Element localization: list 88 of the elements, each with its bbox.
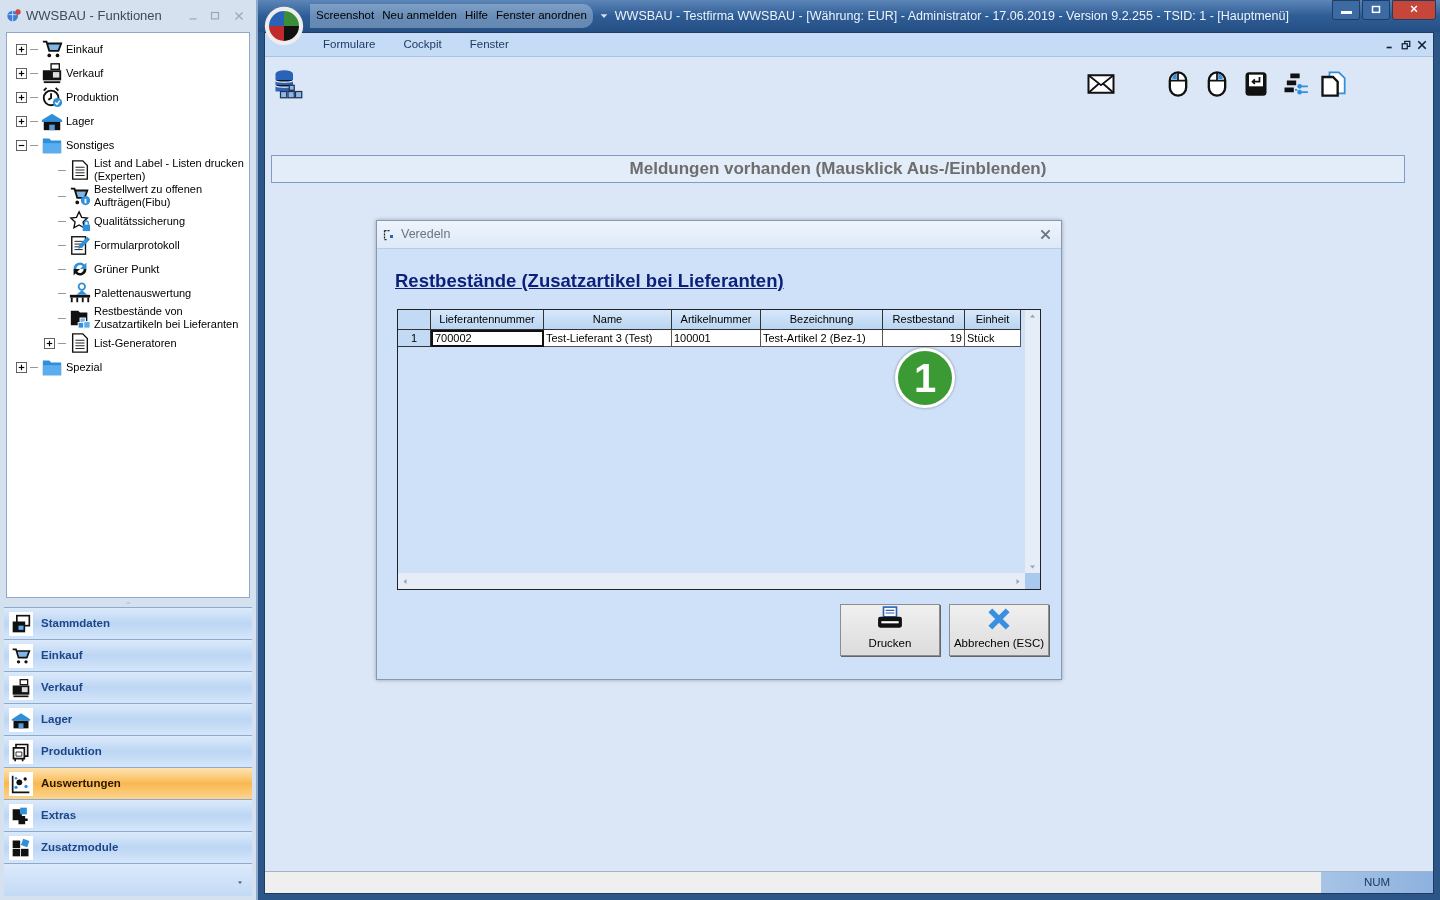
tree-item[interactable]: Restbestände von Zusatzartikeln bei Lieferanten bbox=[94, 305, 249, 331]
tree-item[interactable]: Spezial bbox=[66, 360, 103, 374]
menu-item[interactable]: Formulare bbox=[323, 35, 376, 54]
expand-toggle[interactable] bbox=[15, 43, 27, 55]
blocks-icon bbox=[11, 837, 31, 858]
documents-icon[interactable] bbox=[1319, 69, 1347, 99]
dialog-button[interactable]: Drucken bbox=[840, 604, 940, 656]
dialog-title: Veredeln bbox=[401, 226, 452, 244]
cash-register-icon bbox=[41, 62, 63, 84]
alarm-clock-icon bbox=[41, 86, 63, 108]
dialog-button[interactable]: Abbrechen (ESC) bbox=[949, 604, 1049, 656]
column-header[interactable]: Name bbox=[544, 310, 672, 330]
table-cell[interactable]: Test-Lieferant 3 (Test) bbox=[544, 330, 672, 347]
dropdown-caret-icon[interactable] bbox=[598, 11, 609, 21]
scroll-down-icon bbox=[1028, 564, 1037, 570]
nav-button[interactable]: Zusatzmodule bbox=[4, 831, 252, 863]
scroll-up-icon bbox=[1028, 313, 1037, 319]
dropdown-caret-icon[interactable] bbox=[236, 880, 244, 886]
collapse-toggle[interactable] bbox=[15, 139, 27, 151]
messages-bar[interactable]: Meldungen vorhanden (Mausklick Aus-/Einblenden) bbox=[271, 155, 1405, 183]
table-cell[interactable]: 19 bbox=[883, 330, 965, 347]
cards-icon bbox=[11, 613, 31, 634]
tree-item[interactable]: List and Label - Listen drucken (Experten) bbox=[94, 157, 249, 183]
dialog-heading: Restbestände (Zusatzartikel bei Lieferanten) bbox=[395, 270, 784, 291]
tree-item[interactable]: Lager bbox=[66, 114, 95, 128]
cart-info-icon bbox=[69, 185, 91, 207]
column-header[interactable]: Bezeichnung bbox=[761, 310, 883, 330]
table-cell[interactable]: Stück bbox=[965, 330, 1021, 347]
expand-toggle[interactable] bbox=[15, 91, 27, 103]
tree-item[interactable]: Verkauf bbox=[66, 66, 104, 80]
puzzle-icon bbox=[11, 805, 31, 826]
table-cell[interactable]: 100001 bbox=[672, 330, 761, 347]
quick-access-button[interactable]: Fenster anordnen bbox=[496, 7, 587, 25]
nav-button[interactable]: Auswertungen bbox=[4, 767, 252, 799]
status-indicator: NUM bbox=[1321, 872, 1433, 893]
pallet-person-icon bbox=[69, 282, 91, 304]
restore-icon[interactable] bbox=[1401, 39, 1411, 50]
nav-button[interactable]: Stammdaten bbox=[4, 607, 252, 639]
tree-item[interactable]: Formularprotokoll bbox=[94, 238, 180, 252]
nav-button[interactable]: Produktion bbox=[4, 735, 252, 767]
expand-toggle[interactable] bbox=[15, 67, 27, 79]
nav-button[interactable]: Extras bbox=[4, 799, 252, 831]
quick-access-button[interactable]: Hilfe bbox=[465, 7, 488, 25]
minimize-icon bbox=[1340, 11, 1352, 14]
column-header[interactable]: Artikelnummer bbox=[672, 310, 761, 330]
scatter-chart-icon bbox=[11, 773, 31, 794]
nav-button[interactable]: Einkauf bbox=[4, 639, 252, 671]
document-icon bbox=[69, 159, 91, 181]
quick-access-button[interactable]: Neu anmelden bbox=[382, 7, 457, 25]
tree-item[interactable]: Bestellwert zu offenen Aufträgen(Fibu) bbox=[94, 183, 249, 209]
close-icon[interactable] bbox=[1417, 39, 1427, 50]
close-button[interactable] bbox=[1392, 0, 1436, 20]
document-icon bbox=[69, 332, 91, 354]
column-header[interactable]: Einheit bbox=[965, 310, 1021, 330]
scroll-left-icon bbox=[402, 576, 408, 586]
tree-item[interactable]: Einkauf bbox=[66, 42, 103, 56]
maximize-button[interactable] bbox=[1362, 0, 1390, 20]
nav-button[interactable]: Lager bbox=[4, 703, 252, 735]
horizontal-scrollbar[interactable] bbox=[398, 573, 1025, 589]
grid-corner bbox=[398, 310, 431, 330]
vertical-scrollbar[interactable] bbox=[1025, 310, 1040, 573]
tree-item[interactable]: Produktion bbox=[66, 90, 119, 104]
nav-button[interactable]: Verkauf bbox=[4, 671, 252, 703]
tree-item[interactable]: Qualitätssicherung bbox=[94, 214, 186, 228]
window-title: WWSBAU - Testfirma WWSBAU - [Währung: EUR] - Administrator - 17.06.2019 - Version 9.2.255 - TSID: 1 - [Hauptmenü] bbox=[614, 7, 1290, 25]
window-title: WWSBAU - Funktionen bbox=[26, 7, 163, 26]
tree-item[interactable]: Grüner Punkt bbox=[94, 262, 160, 276]
tree-item[interactable]: Sonstiges bbox=[66, 138, 115, 152]
expand-toggle[interactable] bbox=[15, 115, 27, 127]
column-header[interactable]: Lieferantennummer bbox=[431, 310, 544, 330]
row-number: 1 bbox=[398, 330, 431, 347]
quick-access-button[interactable]: Screenshot bbox=[316, 7, 375, 25]
column-header[interactable]: Restbestand bbox=[883, 310, 965, 330]
minimize-button[interactable] bbox=[1332, 0, 1360, 20]
table-cell[interactable]: Test-Artikel 2 (Bez-1) bbox=[761, 330, 883, 347]
form-pencil-icon bbox=[69, 234, 91, 256]
cash-register-icon bbox=[11, 677, 31, 698]
menu-item[interactable]: Cockpit bbox=[403, 35, 442, 54]
dialog-icon bbox=[383, 228, 395, 241]
cart-icon bbox=[41, 38, 63, 60]
expand-toggle[interactable] bbox=[15, 361, 27, 373]
tree-item[interactable]: List-Generatoren bbox=[94, 336, 177, 350]
menu-item[interactable]: Fenster bbox=[469, 35, 509, 54]
tree-item[interactable]: Palettenauswertung bbox=[94, 286, 192, 300]
star-lock-icon bbox=[69, 210, 91, 232]
expand-toggle[interactable] bbox=[43, 337, 55, 349]
scrollbar-corner bbox=[1025, 573, 1040, 589]
table-cell[interactable]: 700002 bbox=[431, 330, 544, 347]
